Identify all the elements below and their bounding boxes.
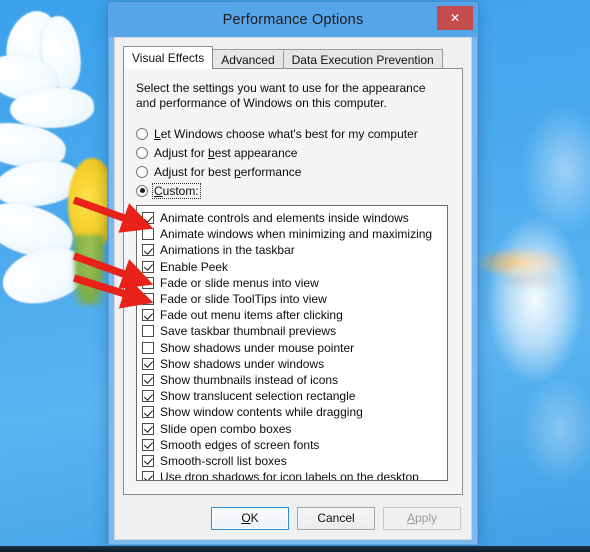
checkbox-row[interactable]: Enable Peek <box>142 259 444 275</box>
radio-mark-icon <box>136 184 148 197</box>
checkbox-label: Fade or slide ToolTips into view <box>160 292 327 307</box>
checkbox-icon[interactable] <box>142 422 154 435</box>
checkbox-row[interactable]: Fade or slide menus into view <box>142 275 444 291</box>
checkbox-icon[interactable] <box>142 325 154 338</box>
checkbox-row[interactable]: Show translucent selection rectangle <box>142 388 444 404</box>
checkbox-row[interactable]: Smooth edges of screen fonts <box>142 437 444 453</box>
checkbox-row[interactable]: Show window contents while dragging <box>142 404 444 420</box>
radio-label: Adjust for best performance <box>154 164 302 179</box>
checkbox-label: Smooth-scroll list boxes <box>160 453 287 468</box>
ok-button[interactable]: OK <box>211 507 289 530</box>
checkbox-icon[interactable] <box>142 228 154 241</box>
checkbox-label: Show translucent selection rectangle <box>160 389 356 404</box>
checkbox-label: Fade out menu items after clicking <box>160 308 343 323</box>
checkbox-label: Use drop shadows for icon labels on the … <box>160 470 419 481</box>
checkbox-label: Show thumbnails instead of icons <box>160 372 339 387</box>
radio-label: Let Windows choose what's best for my co… <box>154 126 418 141</box>
checkbox-label: Show shadows under mouse pointer <box>160 340 355 355</box>
checkbox-label: Animations in the taskbar <box>160 243 295 258</box>
checkbox-row[interactable]: Show shadows under windows <box>142 356 444 372</box>
checkbox-label: Animate windows when minimizing and maxi… <box>160 227 433 242</box>
checkbox-row[interactable]: Animate windows when minimizing and maxi… <box>142 226 444 242</box>
checkbox-label: Show window contents while dragging <box>160 405 363 420</box>
checkbox-row[interactable]: Animations in the taskbar <box>142 242 444 258</box>
checkbox-row[interactable]: Smooth-scroll list boxes <box>142 453 444 469</box>
apply-button: Apply <box>383 507 461 530</box>
checkbox-icon[interactable] <box>142 357 154 370</box>
checkbox-row[interactable]: Save taskbar thumbnail previews <box>142 323 444 339</box>
tab-visual-effects[interactable]: Visual Effects <box>123 46 214 69</box>
cancel-button[interactable]: Cancel <box>297 507 375 530</box>
title-bar[interactable]: Performance Options ✕ <box>109 3 477 37</box>
radio-mark-icon <box>136 146 148 159</box>
radio-mark-icon <box>136 127 148 140</box>
checkbox-row[interactable]: Show thumbnails instead of icons <box>142 372 444 388</box>
visual-effects-listbox[interactable]: Animate controls and elements inside win… <box>136 205 448 481</box>
checkbox-row[interactable]: Use drop shadows for icon labels on the … <box>142 469 444 481</box>
checkbox-icon[interactable] <box>142 293 154 306</box>
checkbox-row[interactable]: Show shadows under mouse pointer <box>142 340 444 356</box>
radio-adjust-for-best-appearance[interactable]: Adjust for best appearance <box>136 143 419 162</box>
wallpaper-daisy-foreground <box>0 3 120 350</box>
window-title: Performance Options <box>222 12 364 28</box>
radio-mark-icon <box>136 165 148 178</box>
radio-let-windows-choose-what-s-best-for-my-computer[interactable]: Let Windows choose what's best for my co… <box>136 124 419 143</box>
tab-data-execution-prevention[interactable]: Data Execution Prevention <box>282 49 443 69</box>
checkbox-label: Slide open combo boxes <box>160 421 292 436</box>
performance-mode-radio-group: Let Windows choose what's best for my co… <box>136 124 419 200</box>
instruction-text: Select the settings you want to use for … <box>136 81 426 110</box>
checkbox-icon[interactable] <box>142 341 154 354</box>
checkbox-icon[interactable] <box>142 390 154 403</box>
tab-strip: Visual Effects Advanced Data Execution Pre… <box>123 46 463 69</box>
dialog-button-bar: OK Cancel Apply <box>211 507 461 530</box>
checkbox-label: Smooth edges of screen fonts <box>160 437 320 452</box>
checkbox-icon[interactable] <box>142 309 154 322</box>
daisy-stem <box>74 235 104 305</box>
tab-advanced[interactable]: Advanced <box>212 49 284 69</box>
checkbox-row[interactable]: Slide open combo boxes <box>142 420 444 436</box>
performance-options-dialog: Performance Options ✕ Visual Effects Adva… <box>108 2 478 545</box>
radio-adjust-for-best-performance[interactable]: Adjust for best performance <box>136 162 419 181</box>
checkbox-icon[interactable] <box>142 454 154 467</box>
checkbox-label: Show shadows under windows <box>160 356 325 371</box>
checkbox-icon[interactable] <box>142 471 154 480</box>
checkbox-row[interactable]: Animate controls and elements inside win… <box>142 210 444 226</box>
checkbox-row[interactable]: Fade or slide ToolTips into view <box>142 291 444 307</box>
radio-label: Custom: <box>152 182 201 199</box>
checkbox-icon[interactable] <box>142 212 154 225</box>
checkbox-icon[interactable] <box>142 406 154 419</box>
close-icon[interactable]: ✕ <box>437 6 473 30</box>
radio-custom[interactable]: Custom: <box>136 181 419 200</box>
checkbox-icon[interactable] <box>142 276 154 289</box>
taskbar-sliver <box>0 546 590 552</box>
checkbox-icon[interactable] <box>142 244 154 257</box>
dialog-client-area: Visual Effects Advanced Data Execution Pre… <box>114 37 472 540</box>
checkbox-label: Fade or slide menus into view <box>160 275 319 290</box>
checkbox-label: Animate controls and elements inside win… <box>160 211 409 226</box>
checkbox-icon[interactable] <box>142 373 154 386</box>
checkbox-label: Save taskbar thumbnail previews <box>160 324 337 339</box>
checkbox-label: Enable Peek <box>160 259 229 274</box>
visual-effects-tab-panel: Select the settings you want to use for … <box>123 68 463 495</box>
checkbox-icon[interactable] <box>142 260 154 273</box>
radio-label: Adjust for best appearance <box>154 145 298 160</box>
checkbox-icon[interactable] <box>142 438 154 451</box>
checkbox-row[interactable]: Fade out menu items after clicking <box>142 307 444 323</box>
